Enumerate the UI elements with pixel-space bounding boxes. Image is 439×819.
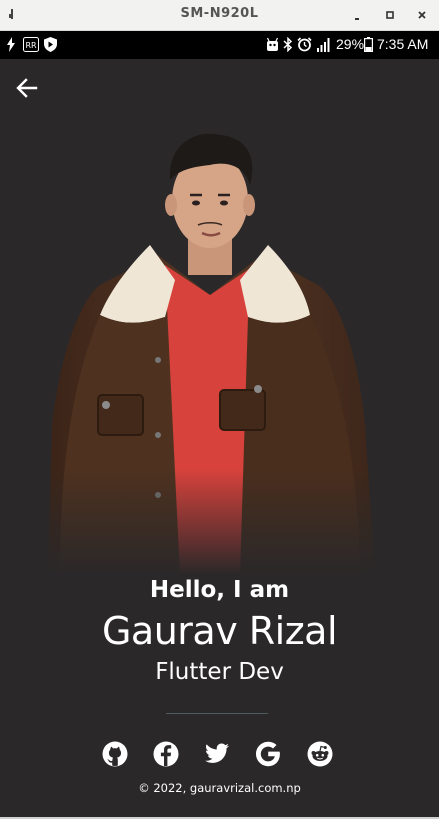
profile-role: Flutter Dev [155, 659, 284, 685]
reddit-icon[interactable] [307, 741, 333, 767]
battery-percent: 29% [336, 36, 365, 52]
maximize-icon[interactable] [383, 8, 397, 22]
rr-icon: RR [23, 37, 39, 52]
status-clock: 7:35 AM [377, 36, 429, 52]
divider [166, 713, 268, 714]
svg-text:RR: RR [25, 41, 37, 50]
battery-icon [364, 37, 373, 52]
alarm-icon [297, 37, 312, 52]
signal-icon [317, 38, 330, 52]
facebook-icon[interactable] [153, 741, 179, 767]
profile-name: Gaurav Rizal [101, 609, 338, 653]
app-window: SM-N920L RR 29% 7:35 AM Hello, I am Gaur… [0, 0, 439, 819]
android-icon [266, 37, 279, 51]
footer-copyright: © 2022, gauravrizal.com.np [138, 781, 301, 795]
google-icon[interactable] [255, 741, 281, 767]
bluetooth-icon [283, 37, 293, 52]
back-arrow-icon[interactable] [14, 77, 40, 99]
status-bar: RR 29% 7:35 AM [0, 31, 439, 59]
github-icon[interactable] [102, 741, 128, 767]
portfolio-screen: Hello, I am Gaurav Rizal Flutter Dev © 2… [0, 59, 439, 817]
twitter-icon[interactable] [204, 741, 230, 767]
shield-icon [44, 37, 57, 52]
window-title: SM-N920L [180, 6, 259, 21]
window-title-bar: SM-N920L [0, 0, 439, 31]
profile-photo [40, 95, 380, 575]
flash-icon [7, 37, 15, 52]
minimize-icon[interactable] [350, 8, 364, 22]
close-icon[interactable] [415, 8, 429, 22]
greeting-text: Hello, I am [149, 577, 290, 603]
